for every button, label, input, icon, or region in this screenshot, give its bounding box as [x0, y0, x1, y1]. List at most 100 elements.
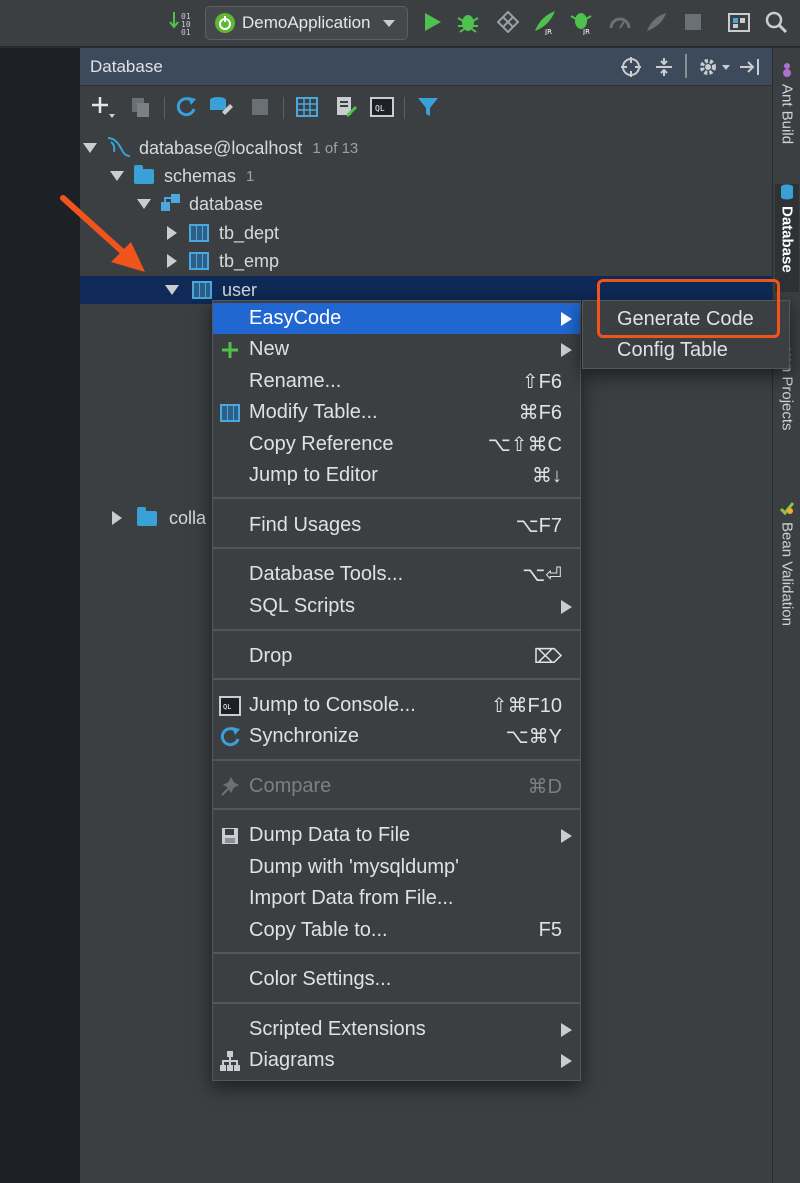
menu-item-easycode[interactable]: EasyCode	[213, 303, 580, 334]
deploy-icon[interactable]	[642, 8, 670, 36]
expand-arrow-icon[interactable]	[110, 171, 124, 181]
menu-item-new[interactable]: New	[213, 334, 580, 365]
menu-item-diagrams[interactable]: Diagrams	[213, 1045, 580, 1076]
tree-item-label: database	[189, 193, 264, 214]
coverage-icon[interactable]	[494, 8, 522, 36]
tree-item-label: colla	[169, 507, 207, 528]
locate-icon[interactable]	[620, 56, 642, 83]
menu-item-jump-to-console[interactable]: QL Jump to Console... ⇧⌘F10	[213, 690, 580, 721]
submenu-arrow-icon	[561, 600, 572, 614]
menu-item-copy-reference[interactable]: Copy Reference ⌥⇧⌘C	[213, 429, 580, 460]
debug-icon[interactable]	[454, 8, 482, 36]
menu-item-synchronize[interactable]: Synchronize ⌥⌘Y	[213, 721, 580, 752]
toolbar-separator	[404, 97, 405, 119]
expand-arrow-icon[interactable]	[167, 254, 177, 268]
search-icon[interactable]	[762, 8, 790, 36]
table-icon	[219, 402, 241, 424]
plus-icon	[219, 339, 241, 361]
menu-item-label: Drop	[249, 645, 293, 667]
duplicate-icon[interactable]	[128, 94, 154, 120]
edit-source-icon[interactable]	[333, 94, 359, 120]
tree-item-label: user	[222, 279, 258, 300]
menu-item-drop[interactable]: Drop ⌦	[213, 641, 580, 672]
tree-item-database[interactable]: database	[80, 190, 772, 218]
menu-separator	[213, 678, 580, 680]
binary-icon[interactable]: 01 10 01	[168, 8, 196, 36]
tab-database[interactable]: Database	[775, 184, 799, 292]
tree-item-label: tb_emp	[219, 250, 280, 271]
menu-item-label: Import Data from File...	[249, 887, 454, 909]
stop-icon[interactable]	[247, 94, 273, 120]
ant-icon	[783, 63, 791, 77]
table-icon	[189, 252, 209, 270]
tab-label: Database	[778, 206, 796, 273]
submenu-arrow-icon	[561, 1023, 572, 1037]
run-icon[interactable]	[418, 8, 446, 36]
submenu-arrow-icon	[561, 829, 572, 843]
menu-item-shortcut: F5	[538, 919, 562, 941]
table-icon	[192, 281, 212, 299]
data-source-properties-icon[interactable]	[208, 94, 234, 120]
sync-icon	[219, 726, 241, 748]
annotation-highlight-box	[597, 279, 780, 338]
menu-item-rename[interactable]: Rename... ⇧F6	[213, 366, 580, 397]
gear-icon[interactable]	[697, 55, 731, 84]
tab-label: Ant Build	[778, 84, 796, 145]
menu-item-shortcut: ⇧⌘F10	[490, 695, 562, 717]
hide-panel-icon[interactable]	[738, 56, 762, 83]
main-toolbar: 01 10 01 DemoApplication JR JR	[0, 0, 800, 47]
menu-item-color-settings[interactable]: Color Settings...	[213, 964, 580, 995]
menu-item-label: Compare	[249, 775, 332, 797]
panel-header: Database	[80, 48, 772, 86]
console-icon[interactable]: QL	[369, 94, 395, 120]
run-configuration-selector[interactable]: DemoApplication	[205, 6, 408, 40]
menu-item-scripted-extensions[interactable]: Scripted Extensions	[213, 1014, 580, 1045]
menu-separator	[213, 1002, 580, 1004]
expand-arrow-icon[interactable]	[112, 511, 122, 525]
filter-icon[interactable]	[415, 94, 441, 120]
menu-item-label: Dump with 'mysqldump'	[249, 856, 459, 878]
menu-separator	[213, 759, 580, 761]
project-structure-icon[interactable]	[725, 8, 753, 36]
menu-item-copy-table[interactable]: Copy Table to... F5	[213, 915, 580, 946]
profiler-icon[interactable]	[606, 8, 634, 36]
tree-item-schemas[interactable]: schemas 1	[80, 162, 772, 190]
menu-item-jump-to-editor[interactable]: Jump to Editor ⌘↓	[213, 460, 580, 491]
toolbar-separator	[164, 97, 165, 119]
menu-separator	[213, 952, 580, 954]
menu-item-modify-table[interactable]: Modify Table... ⌘F6	[213, 397, 580, 428]
expand-arrow-icon[interactable]	[83, 143, 97, 153]
menu-item-shortcut: ⌘D	[527, 776, 562, 798]
menu-item-label: Jump to Console...	[249, 694, 416, 716]
compare-icon	[219, 776, 241, 798]
tree-item-table[interactable]: tb_emp	[80, 247, 772, 275]
menu-item-dump-data[interactable]: Dump Data to File	[213, 820, 580, 851]
database-toolbar: QL	[80, 87, 772, 129]
menu-separator	[213, 497, 580, 499]
tree-item-datasource[interactable]: database@localhost 1 of 13	[80, 134, 772, 162]
table-editor-icon[interactable]	[294, 94, 320, 120]
jrebel-run-icon[interactable]: JR	[530, 8, 558, 36]
menu-item-shortcut: ⌘F6	[518, 402, 562, 424]
menu-item-label: SQL Scripts	[249, 595, 355, 617]
expand-arrow-icon[interactable]	[165, 285, 179, 295]
jrebel-debug-icon[interactable]: JR	[568, 8, 596, 36]
svg-text:QL: QL	[375, 104, 385, 113]
menu-item-find-usages[interactable]: Find Usages ⌥F7	[213, 510, 580, 541]
tab-ant-build[interactable]: Ant Build	[775, 62, 799, 172]
menu-item-dump-mysqldump[interactable]: Dump with 'mysqldump'	[213, 852, 580, 883]
table-icon	[189, 224, 209, 242]
menu-item-database-tools[interactable]: Database Tools... ⌥⏎	[213, 559, 580, 590]
menu-item-label: Modify Table...	[249, 401, 378, 423]
menu-item-import-data[interactable]: Import Data from File...	[213, 883, 580, 914]
collapse-all-icon[interactable]	[653, 56, 675, 83]
menu-item-sql-scripts[interactable]: SQL Scripts	[213, 591, 580, 622]
tab-bean-validation[interactable]: Bean Validation	[775, 500, 799, 650]
add-icon[interactable]	[90, 94, 116, 120]
stop-icon[interactable]	[679, 8, 707, 36]
tree-item-table[interactable]: tb_dept	[80, 219, 772, 247]
menu-item-config-table[interactable]: Config Table	[583, 335, 789, 366]
refresh-icon[interactable]	[173, 94, 199, 120]
submenu-arrow-icon	[561, 343, 572, 357]
expand-arrow-icon[interactable]	[167, 226, 177, 240]
